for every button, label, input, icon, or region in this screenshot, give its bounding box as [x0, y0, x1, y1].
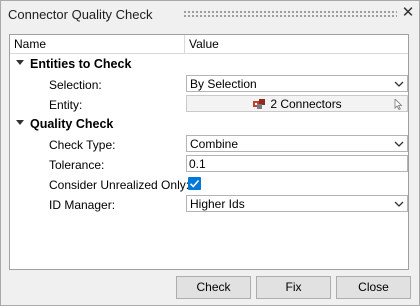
row-consider-unrealized: Consider Unrealized Only: [10, 174, 408, 194]
column-header-name[interactable]: Name [14, 37, 46, 51]
check-type-dropdown[interactable]: Combine [186, 135, 408, 152]
section-quality-check[interactable]: Quality Check [10, 114, 408, 134]
table-header: Name Value [10, 35, 408, 54]
collapse-caret-icon[interactable] [16, 60, 24, 65]
entity-label: Entity: [49, 98, 83, 112]
tolerance-input[interactable] [189, 156, 399, 171]
check-type-label: Check Type: [49, 138, 116, 152]
check-button[interactable]: Check [176, 276, 251, 299]
dialog-title: Connector Quality Check [8, 7, 153, 22]
row-check-type: Check Type: Combine [10, 134, 408, 154]
consider-unrealized-label: Consider Unrealized Only: [49, 178, 190, 192]
section-label: Quality Check [30, 117, 114, 131]
chevron-down-icon [394, 201, 404, 207]
row-id-manager: ID Manager: Higher Ids [10, 194, 408, 214]
close-button[interactable]: Close [336, 276, 411, 299]
column-header-value[interactable]: Value [189, 37, 219, 51]
check-type-value: Combine [190, 137, 239, 151]
column-divider[interactable] [184, 35, 185, 53]
id-manager-dropdown[interactable]: Higher Ids [186, 195, 408, 212]
row-entity: Entity: 2 Connectors [10, 94, 408, 114]
fix-button[interactable]: Fix [256, 276, 331, 299]
mouse-cursor-icon [394, 99, 403, 110]
chevron-down-icon [394, 141, 404, 147]
id-manager-value: Higher Ids [190, 197, 245, 211]
section-label: Entities to Check [30, 57, 132, 71]
consider-unrealized-checkbox[interactable] [188, 177, 201, 190]
collapse-caret-icon[interactable] [16, 120, 24, 125]
tolerance-label: Tolerance: [49, 158, 105, 172]
section-entities-to-check[interactable]: Entities to Check [10, 54, 408, 74]
selection-value: By Selection [190, 77, 257, 91]
drag-grip[interactable] [183, 10, 397, 19]
checkmark-icon [189, 179, 200, 188]
property-table: Name Value Entities to Check Selection: … [9, 34, 409, 270]
row-selection: Selection: By Selection [10, 74, 408, 94]
selection-label: Selection: [49, 78, 102, 92]
chevron-down-icon [394, 81, 404, 87]
title-bar[interactable]: Connector Quality Check ✕ [1, 1, 419, 27]
close-icon[interactable]: ✕ [401, 5, 415, 21]
row-tolerance: Tolerance: [10, 154, 408, 174]
tolerance-field[interactable] [186, 155, 408, 172]
dialog-window: Connector Quality Check ✕ Name Value Ent… [0, 0, 420, 306]
entity-value: 2 Connectors [270, 97, 342, 111]
id-manager-label: ID Manager: [49, 198, 116, 212]
connector-icon [253, 99, 266, 109]
entity-selector-button[interactable]: 2 Connectors [186, 95, 408, 112]
selection-dropdown[interactable]: By Selection [186, 75, 408, 92]
